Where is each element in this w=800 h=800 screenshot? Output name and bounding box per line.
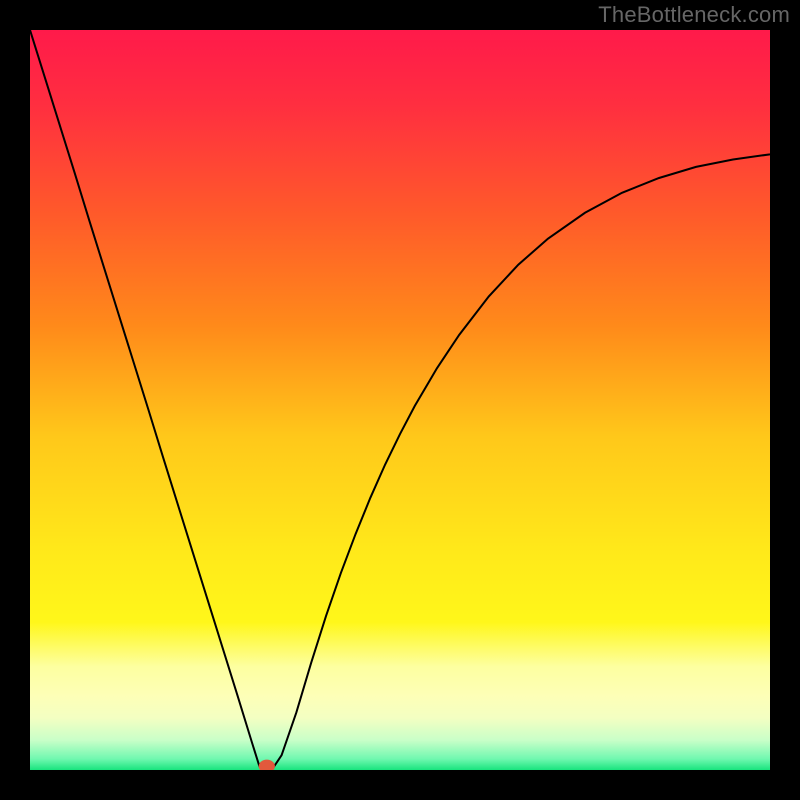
chart-frame: { "watermark": "TheBottleneck.com", "cha… [0,0,800,800]
plot-area [30,30,770,770]
bottleneck-curve-chart [30,30,770,770]
gradient-background [30,30,770,770]
watermark-text: TheBottleneck.com [598,2,790,28]
